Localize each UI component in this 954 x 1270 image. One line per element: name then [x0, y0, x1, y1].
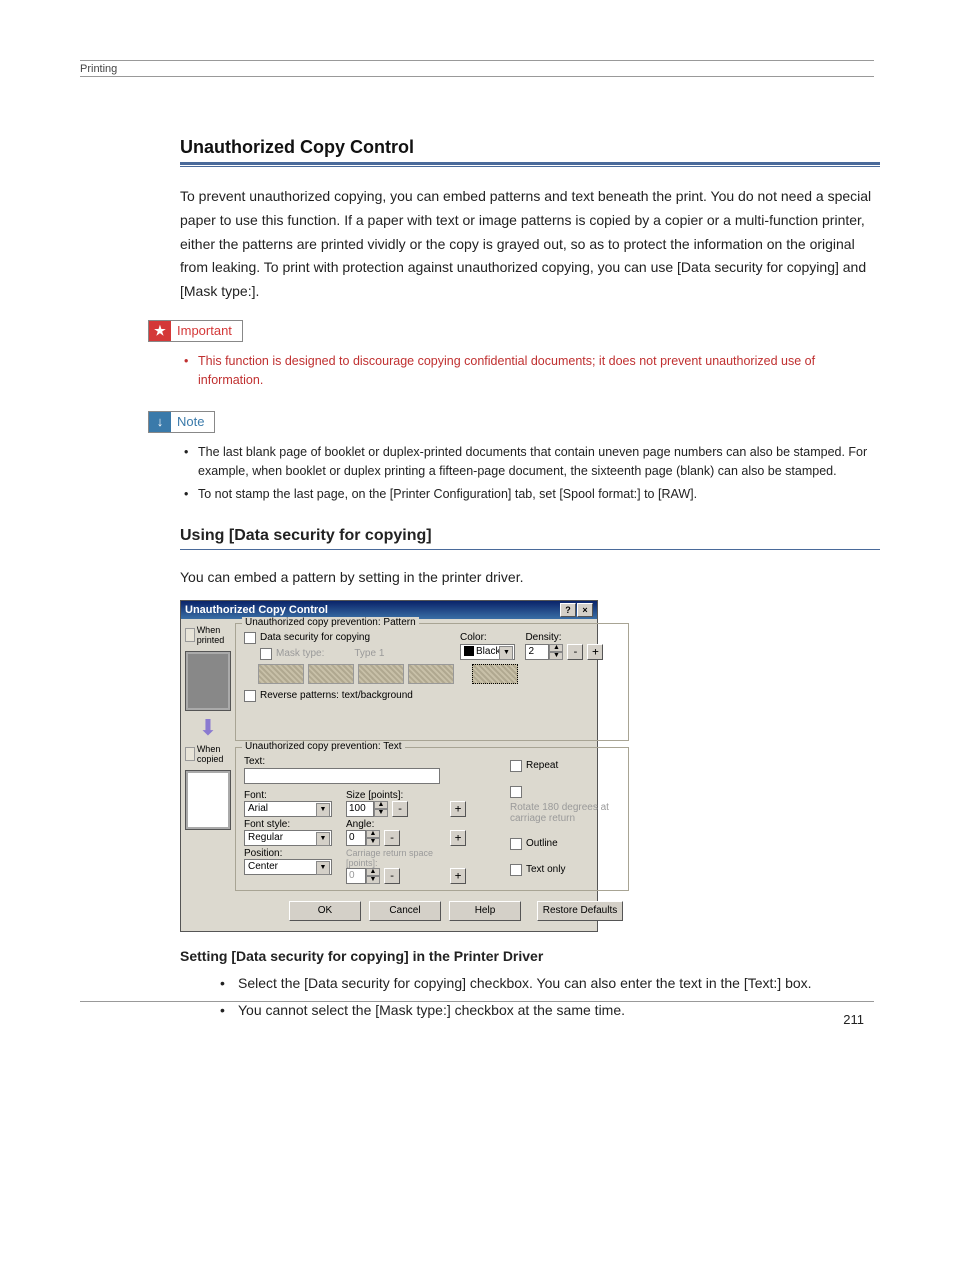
pattern-groupbox: Unauthorized copy prevention: Pattern Da…	[235, 623, 629, 741]
font-style-label: Font style:	[244, 819, 340, 830]
spin-up-button[interactable]: ▲	[366, 830, 380, 838]
page-number: 211	[843, 1012, 864, 1027]
label-text: When printed	[197, 625, 231, 645]
spin-down-button[interactable]: ▼	[366, 838, 380, 846]
important-callout: ★ Important	[148, 320, 243, 342]
angle-plus-button[interactable]: +	[450, 830, 466, 846]
arrow-down-icon: ⬇	[199, 721, 217, 734]
subsection-intro: You can embed a pattern by setting in th…	[180, 566, 880, 590]
crspace-label: Carriage return space [points]:	[346, 848, 466, 868]
crspace-input[interactable]: 0	[346, 868, 366, 884]
color-dropdown[interactable]: Black	[460, 644, 515, 660]
font-label: Font:	[244, 790, 340, 801]
density-minus-button[interactable]: -	[567, 644, 583, 660]
crspace-plus-button[interactable]: +	[450, 868, 466, 884]
preview-copied	[185, 770, 231, 830]
textonly-label: Text only	[526, 864, 565, 875]
help-titlebar-button[interactable]: ?	[560, 603, 576, 617]
outline-label: Outline	[526, 838, 558, 849]
groupbox-legend: Unauthorized copy prevention: Pattern	[242, 617, 419, 628]
angle-input[interactable]: 0	[346, 830, 366, 846]
note-label: Note	[171, 414, 214, 429]
note-list: The last blank page of booklet or duplex…	[180, 443, 880, 505]
text-groupbox: Unauthorized copy prevention: Text Repea…	[235, 747, 629, 891]
dialog-screenshot: Unauthorized Copy Control ? × When print…	[180, 600, 598, 932]
list-item: You cannot select the [Mask type:] check…	[220, 999, 880, 1023]
rotate-label: Rotate 180 degrees at carriage return	[510, 802, 618, 824]
groupbox-legend: Unauthorized copy prevention: Text	[242, 741, 405, 752]
reverse-label: Reverse patterns: text/background	[260, 690, 413, 701]
crspace-minus-button[interactable]: -	[384, 868, 400, 884]
size-plus-button[interactable]: +	[450, 801, 466, 817]
swatch[interactable]	[358, 664, 404, 684]
mask-type-label: Mask type:	[276, 648, 324, 659]
label-text: When copied	[197, 744, 231, 764]
ok-button[interactable]: OK	[289, 901, 361, 921]
swatch-selected[interactable]	[472, 664, 518, 684]
swatch[interactable]	[408, 664, 454, 684]
pattern-swatches	[258, 664, 620, 684]
list-item: This function is designed to discourage …	[180, 352, 880, 391]
preview-printed	[185, 651, 231, 711]
density-plus-button[interactable]: +	[587, 644, 603, 660]
angle-minus-button[interactable]: -	[384, 830, 400, 846]
section-title: Unauthorized Copy Control	[180, 137, 880, 158]
data-security-checkbox[interactable]	[244, 632, 256, 644]
spin-down-button[interactable]: ▼	[366, 876, 380, 884]
dialog-title: Unauthorized Copy Control	[185, 604, 328, 616]
font-dropdown[interactable]: Arial	[244, 801, 332, 817]
driver-title: Setting [Data security for copying] in t…	[180, 948, 880, 964]
density-input[interactable]: 2	[525, 644, 549, 660]
intro-paragraph: To prevent unauthorized copying, you can…	[180, 185, 880, 304]
star-icon: ★	[149, 321, 171, 341]
driver-list: Select the [Data security for copying] c…	[220, 972, 880, 1024]
close-titlebar-button[interactable]: ×	[577, 603, 593, 617]
list-item: The last blank page of booklet or duplex…	[180, 443, 880, 482]
help-button[interactable]: Help	[449, 901, 521, 921]
cancel-button[interactable]: Cancel	[369, 901, 441, 921]
size-input[interactable]: 100	[346, 801, 374, 817]
important-label: Important	[171, 323, 242, 338]
spin-down-button[interactable]: ▼	[374, 809, 388, 817]
outline-checkbox[interactable]	[510, 838, 522, 850]
swatch[interactable]	[258, 664, 304, 684]
text-label: Text:	[244, 756, 265, 767]
restore-defaults-button[interactable]: Restore Defaults	[537, 901, 623, 921]
reverse-checkbox[interactable]	[244, 690, 256, 702]
spin-down-button[interactable]: ▼	[549, 652, 563, 660]
font-style-dropdown[interactable]: Regular	[244, 830, 332, 846]
swatch[interactable]	[308, 664, 354, 684]
text-input[interactable]	[244, 768, 440, 784]
size-label: Size [points]:	[346, 790, 466, 801]
spin-up-button[interactable]: ▲	[549, 644, 563, 652]
arrow-down-icon: ↓	[149, 412, 171, 432]
color-label: Color:	[460, 632, 515, 643]
mask-type-value: Type 1	[354, 648, 384, 659]
size-minus-button[interactable]: -	[392, 801, 408, 817]
note-callout: ↓ Note	[148, 411, 215, 433]
important-list: This function is designed to discourage …	[180, 352, 880, 391]
spin-up-button[interactable]: ▲	[366, 868, 380, 876]
when-printed-label: When printed	[185, 625, 231, 645]
density-label: Density:	[525, 632, 603, 643]
printer-icon	[185, 628, 195, 642]
textonly-checkbox[interactable]	[510, 864, 522, 876]
position-dropdown[interactable]: Center	[244, 859, 332, 875]
copier-icon	[185, 747, 195, 761]
position-label: Position:	[244, 848, 340, 859]
rotate-checkbox[interactable]	[510, 786, 522, 798]
mask-type-checkbox[interactable]	[260, 648, 272, 660]
spin-up-button[interactable]: ▲	[374, 801, 388, 809]
data-security-label: Data security for copying	[260, 632, 370, 643]
subsection-title: Using [Data security for copying]	[180, 527, 880, 545]
angle-label: Angle:	[346, 819, 466, 830]
when-copied-label: When copied	[185, 744, 231, 764]
color-value: Black	[476, 646, 500, 657]
list-item: To not stamp the last page, on the [Prin…	[180, 485, 880, 504]
list-item: Select the [Data security for copying] c…	[220, 972, 880, 996]
repeat-label: Repeat	[526, 760, 558, 771]
repeat-checkbox[interactable]	[510, 760, 522, 772]
running-header: Printing	[80, 63, 874, 75]
